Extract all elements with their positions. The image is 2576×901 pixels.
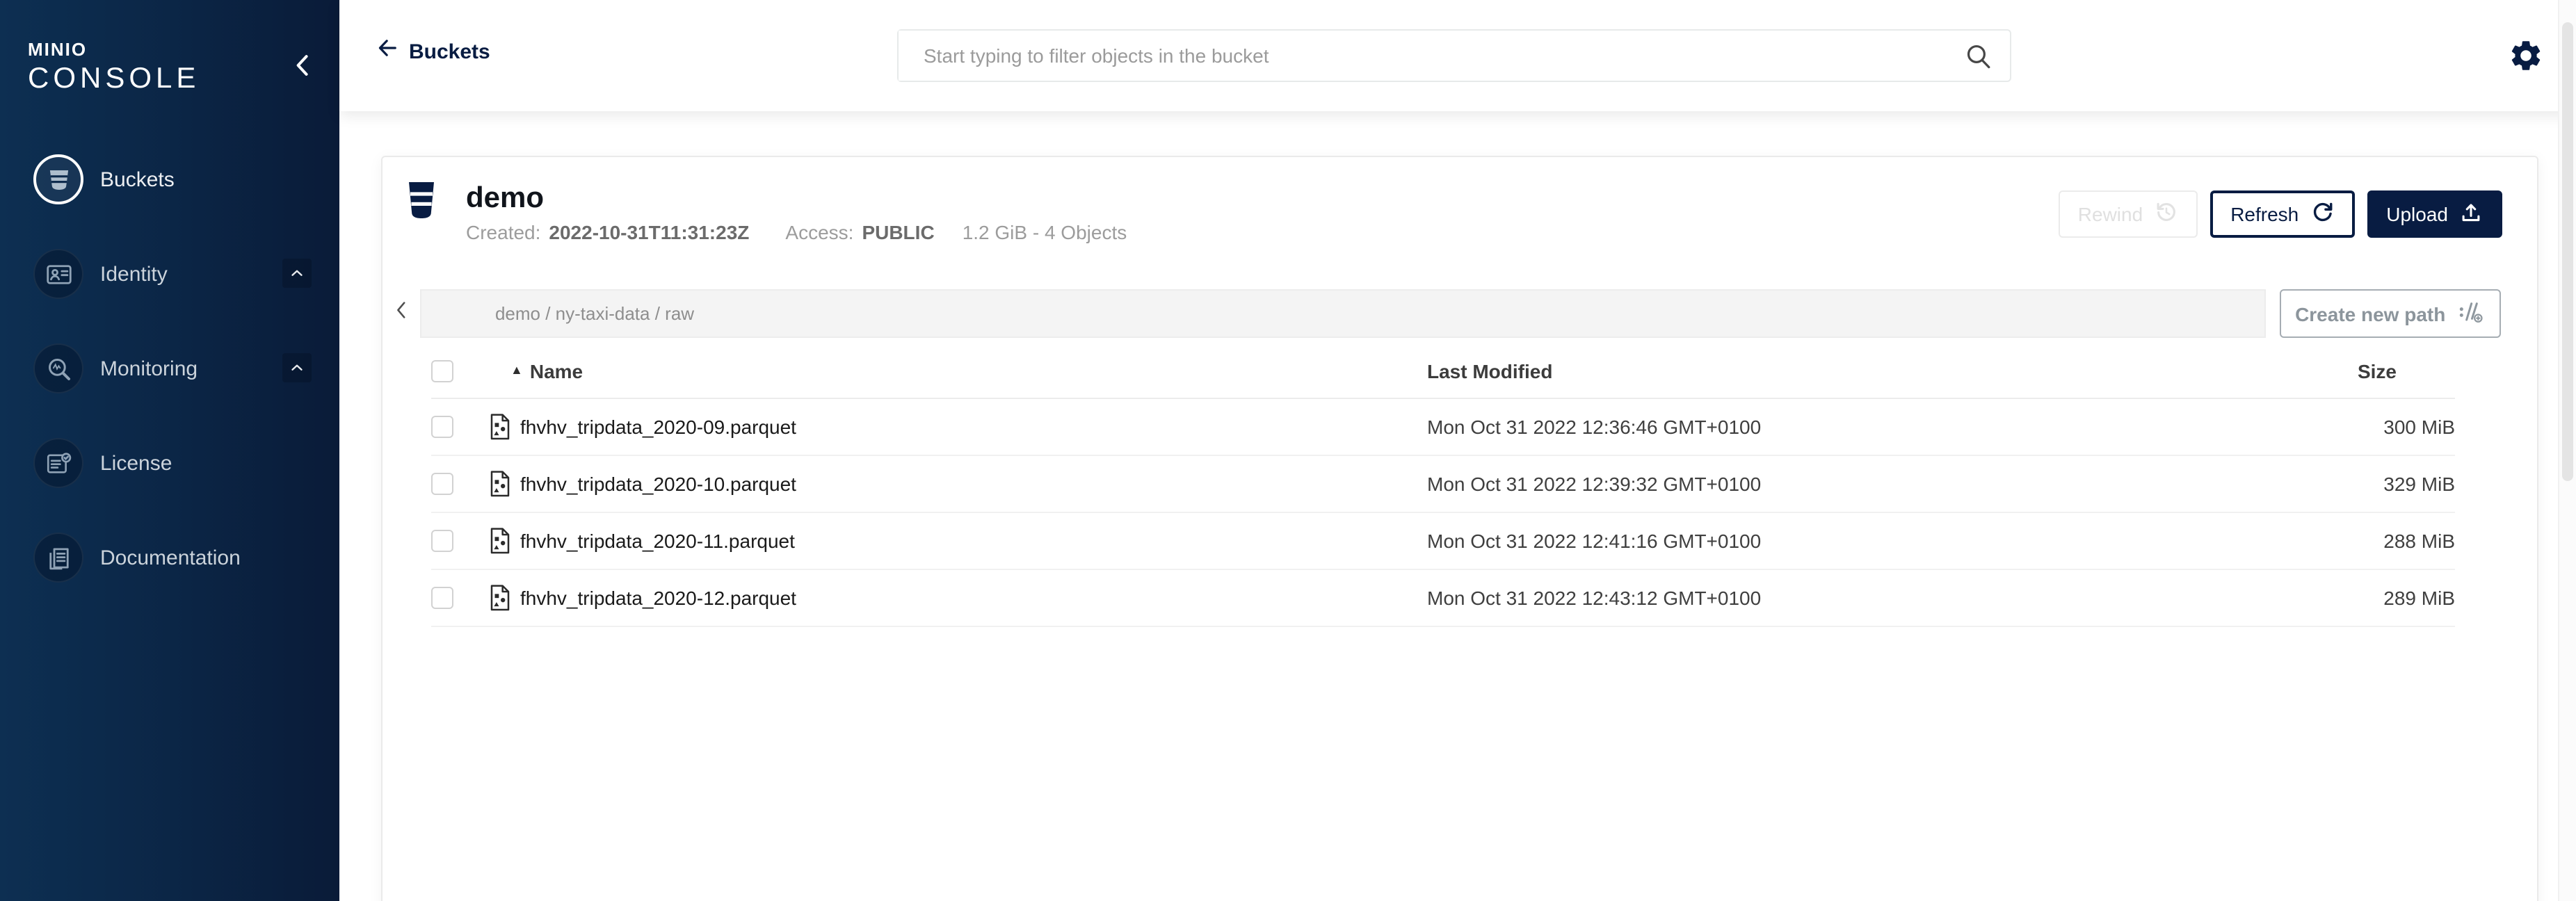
- bucket-icon: [406, 181, 437, 220]
- object-file-icon: [488, 413, 512, 441]
- created-label: Created:: [466, 221, 540, 243]
- object-file-icon: [488, 527, 512, 555]
- topbar: Buckets: [339, 0, 2576, 111]
- license-icon: [33, 438, 83, 488]
- column-header-size: Size: [2178, 359, 2455, 382]
- breadcrumb: demo / ny-taxi-data / raw: [420, 289, 2267, 338]
- object-file-icon: [488, 584, 512, 612]
- object-filter-input[interactable]: [899, 31, 1965, 81]
- object-name: fhvhv_tripdata_2020-09.parquet: [520, 416, 796, 438]
- sidebar-item-buckets[interactable]: Buckets: [0, 132, 339, 227]
- object-name: fhvhv_tripdata_2020-10.parquet: [520, 473, 796, 495]
- column-header-last-modified: Last Modified: [1427, 359, 2178, 382]
- sidebar: MINIO CONSOLE Buckets Identity Monitorin…: [0, 0, 339, 901]
- table-row[interactable]: fhvhv_tripdata_2020-11.parquet Mon Oct 3…: [431, 513, 2455, 570]
- sidebar-item-label: Buckets: [100, 168, 175, 191]
- chevron-left-icon: [288, 63, 319, 86]
- scrollbar-thumb[interactable]: [2562, 22, 2573, 481]
- sidebar-item-label: Monitoring: [100, 357, 198, 380]
- row-checkbox[interactable]: [431, 473, 453, 495]
- row-checkbox[interactable]: [431, 416, 453, 438]
- chevron-up-icon[interactable]: [282, 353, 312, 382]
- minio-logo: MINIO CONSOLE: [0, 0, 339, 96]
- bucket-actions: Rewind Refresh Upload: [2059, 190, 2502, 238]
- chevron-left-icon: [392, 299, 414, 328]
- sidebar-item-identity[interactable]: Identity: [0, 227, 339, 321]
- rewind-icon: [2154, 200, 2177, 228]
- sidebar-item-label: License: [100, 451, 172, 475]
- documentation-icon: [33, 533, 83, 583]
- path-back-button[interactable]: [385, 289, 420, 338]
- sort-ascending-icon: ▲: [510, 364, 523, 377]
- gear-icon: [2508, 56, 2544, 79]
- arrow-left-icon: [376, 36, 399, 67]
- table-row[interactable]: fhvhv_tripdata_2020-12.parquet Mon Oct 3…: [431, 570, 2455, 627]
- table-row[interactable]: fhvhv_tripdata_2020-10.parquet Mon Oct 3…: [431, 456, 2455, 513]
- bucket-browser-card: demo Created: 2022-10-31T11:31:23Z Acces…: [381, 156, 2538, 901]
- sidebar-nav: Buckets Identity Monitoring License Docu…: [0, 132, 339, 605]
- minio-console-app: MINIO CONSOLE Buckets Identity Monitorin…: [0, 0, 2576, 901]
- table-row[interactable]: fhvhv_tripdata_2020-09.parquet Mon Oct 3…: [431, 399, 2455, 456]
- sidebar-item-label: Documentation: [100, 546, 241, 569]
- create-path-icon: [2458, 300, 2486, 327]
- sidebar-item-documentation[interactable]: Documentation: [0, 510, 339, 605]
- bucket-usage-summary: 1.2 GiB - 4 Objects: [963, 221, 1127, 243]
- upload-icon: [2459, 200, 2483, 228]
- settings-button[interactable]: [2508, 38, 2544, 74]
- sidebar-collapse-button[interactable]: [288, 50, 319, 81]
- objects-table: ▲ Name Last Modified Size fhvhv_tripdata…: [431, 343, 2455, 627]
- object-filter-searchbox: [897, 29, 2011, 82]
- object-size: 300 MiB: [2178, 416, 2455, 438]
- object-size: 329 MiB: [2178, 473, 2455, 495]
- search-icon: [1965, 42, 1992, 69]
- refresh-icon: [2310, 200, 2333, 228]
- select-all-checkbox[interactable]: [431, 359, 453, 382]
- back-to-buckets-link[interactable]: Buckets: [376, 36, 490, 67]
- topbar-title: Buckets: [409, 40, 490, 63]
- object-size: 288 MiB: [2178, 530, 2455, 552]
- refresh-button[interactable]: Refresh: [2209, 190, 2354, 238]
- object-last-modified: Mon Oct 31 2022 12:41:16 GMT+0100: [1427, 530, 2178, 552]
- object-name: fhvhv_tripdata_2020-12.parquet: [520, 587, 796, 609]
- upload-button[interactable]: Upload: [2367, 190, 2502, 238]
- access-value: PUBLIC: [862, 221, 934, 243]
- access-label: Access:: [785, 221, 853, 243]
- rewind-button[interactable]: Rewind: [2059, 190, 2197, 238]
- object-last-modified: Mon Oct 31 2022 12:36:46 GMT+0100: [1427, 416, 2178, 438]
- table-body: fhvhv_tripdata_2020-09.parquet Mon Oct 3…: [431, 399, 2455, 627]
- breadcrumb-path: demo / ny-taxi-data / raw: [495, 303, 694, 324]
- object-file-icon: [488, 470, 512, 498]
- object-last-modified: Mon Oct 31 2022 12:43:12 GMT+0100: [1427, 587, 2178, 609]
- column-header-name[interactable]: ▲ Name: [453, 359, 1427, 382]
- sidebar-item-label: Identity: [100, 262, 168, 286]
- object-name: fhvhv_tripdata_2020-11.parquet: [520, 530, 795, 552]
- create-new-path-button[interactable]: Create new path: [2280, 289, 2501, 338]
- vertical-scrollbar[interactable]: [2558, 0, 2576, 901]
- bucket-metadata: Created: 2022-10-31T11:31:23Z Access: PU…: [466, 221, 1127, 243]
- object-last-modified: Mon Oct 31 2022 12:39:32 GMT+0100: [1427, 473, 2178, 495]
- created-value: 2022-10-31T11:31:23Z: [549, 221, 749, 243]
- chevron-up-icon[interactable]: [282, 259, 312, 288]
- object-size: 289 MiB: [2178, 587, 2455, 609]
- row-checkbox[interactable]: [431, 587, 453, 609]
- sidebar-item-monitoring[interactable]: Monitoring: [0, 321, 339, 416]
- row-checkbox[interactable]: [431, 530, 453, 552]
- monitoring-icon: [33, 343, 83, 393]
- path-bar: demo / ny-taxi-data / raw Create new pat…: [385, 289, 2501, 338]
- sidebar-item-license[interactable]: License: [0, 416, 339, 510]
- bucket-name-title: demo: [466, 182, 544, 216]
- identity-icon: [33, 249, 83, 299]
- table-header-row: ▲ Name Last Modified Size: [431, 343, 2455, 399]
- bucket-icon: [33, 154, 83, 204]
